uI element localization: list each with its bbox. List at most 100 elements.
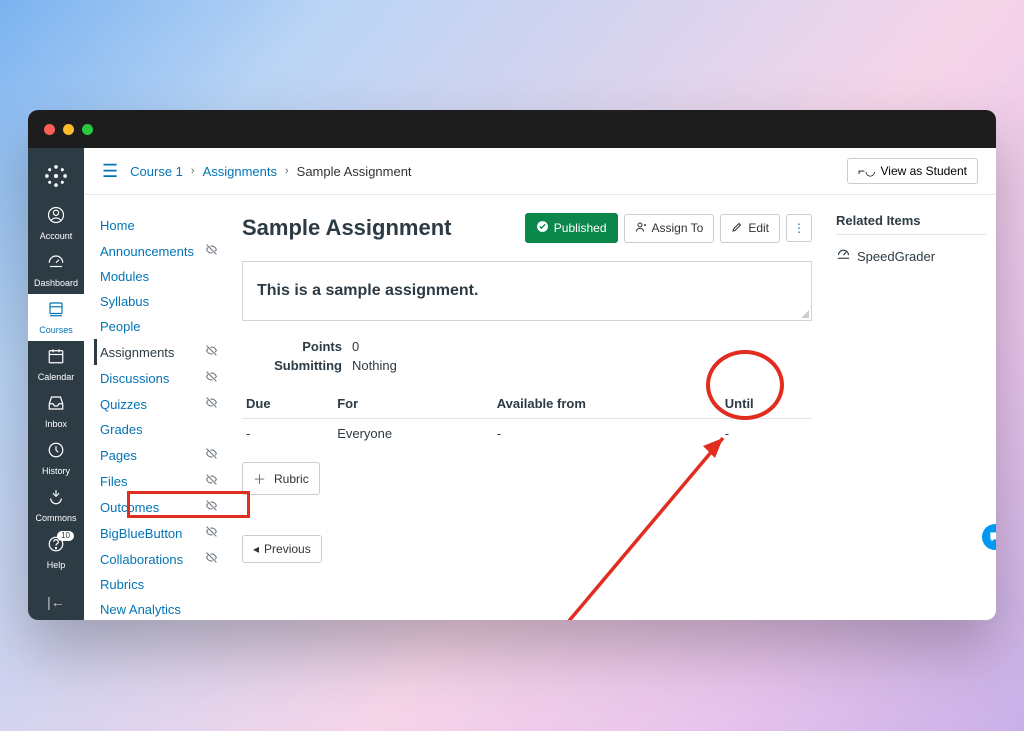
glasses-icon: ⌐◡ bbox=[858, 164, 875, 178]
td-due: - bbox=[242, 419, 333, 449]
td-from: - bbox=[493, 419, 721, 449]
course-nav-item[interactable]: Files bbox=[94, 468, 224, 494]
course-nav-item[interactable]: People bbox=[94, 314, 224, 339]
course-nav-item[interactable]: Outcomes bbox=[94, 494, 224, 520]
submitting-value: Nothing bbox=[352, 358, 397, 373]
global-nav-history[interactable]: History bbox=[28, 435, 84, 482]
window-minimize-button[interactable] bbox=[63, 124, 74, 135]
assignment-description: This is a sample assignment. bbox=[242, 261, 812, 321]
course-nav-label: BigBlueButton bbox=[100, 526, 182, 541]
td-until: - bbox=[721, 419, 812, 449]
course-nav: Home Announcements ModulesSyllabusPeopleAs… bbox=[84, 195, 234, 620]
course-nav-item[interactable]: Announcements bbox=[94, 238, 224, 264]
calendar-icon bbox=[47, 347, 65, 368]
global-nav-label: Courses bbox=[39, 325, 73, 335]
hidden-eye-icon bbox=[205, 551, 218, 567]
assign-to-label: Assign To bbox=[652, 221, 704, 235]
global-nav-commons[interactable]: Commons bbox=[28, 482, 84, 529]
previous-label: Previous bbox=[264, 542, 311, 556]
help-badge: 10 bbox=[57, 531, 74, 541]
assignment-meta: Points 0 Submitting Nothing bbox=[242, 337, 812, 375]
chevron-left-icon: ◂ bbox=[253, 542, 259, 556]
course-nav-label: New Analytics bbox=[100, 602, 181, 617]
user-icon bbox=[635, 221, 647, 236]
pencil-icon bbox=[731, 221, 743, 236]
global-nav-label: Dashboard bbox=[34, 278, 78, 288]
more-options-button[interactable]: ⋮ bbox=[786, 214, 812, 242]
collapse-nav-icon[interactable]: |← bbox=[47, 594, 65, 610]
hidden-eye-icon bbox=[205, 370, 218, 386]
course-nav-label: Outcomes bbox=[100, 500, 159, 515]
course-nav-label: Grades bbox=[100, 422, 143, 437]
breadcrumb-section[interactable]: Assignments bbox=[203, 164, 277, 179]
course-nav-item[interactable]: Syllabus bbox=[94, 289, 224, 314]
page-title: Sample Assignment bbox=[242, 215, 519, 241]
course-nav-item[interactable]: Home bbox=[94, 213, 224, 238]
view-as-student-button[interactable]: ⌐◡ View as Student bbox=[847, 158, 978, 184]
global-nav-account[interactable]: Account bbox=[28, 200, 84, 247]
points-value: 0 bbox=[352, 339, 359, 354]
th-due: Due bbox=[242, 389, 333, 419]
hidden-eye-icon bbox=[205, 344, 218, 360]
assign-to-button[interactable]: Assign To bbox=[624, 214, 715, 243]
course-nav-label: Collaborations bbox=[100, 552, 183, 567]
published-label: Published bbox=[554, 221, 607, 235]
window-close-button[interactable] bbox=[44, 124, 55, 135]
app-frame: Account Dashboard Courses Calendar bbox=[28, 148, 996, 620]
breadcrumb-course[interactable]: Course 1 bbox=[130, 164, 183, 179]
hidden-eye-icon bbox=[205, 473, 218, 489]
global-nav-label: Commons bbox=[35, 513, 76, 523]
content-area: ☰ Course 1 › Assignments › Sample Assign… bbox=[84, 148, 996, 620]
global-nav-courses[interactable]: Courses bbox=[28, 294, 84, 341]
th-from: Available from bbox=[493, 389, 721, 419]
speedgrader-icon bbox=[836, 247, 851, 265]
course-nav-item[interactable]: Discussions bbox=[94, 365, 224, 391]
dates-table: Due For Available from Until - Everyone … bbox=[242, 389, 812, 448]
submitting-label: Submitting bbox=[242, 358, 342, 373]
hidden-eye-icon bbox=[205, 447, 218, 463]
course-nav-item[interactable]: BigBlueButton bbox=[94, 520, 224, 546]
add-rubric-button[interactable]: ＋ Rubric bbox=[242, 462, 320, 495]
course-nav-item[interactable]: Grades bbox=[94, 417, 224, 442]
chevron-right-icon: › bbox=[191, 165, 195, 177]
related-heading: Related Items bbox=[836, 213, 986, 235]
published-button[interactable]: Published bbox=[525, 213, 618, 243]
chevron-right-icon: › bbox=[285, 165, 289, 177]
browser-window: Account Dashboard Courses Calendar bbox=[28, 110, 996, 620]
canvas-logo-icon[interactable] bbox=[42, 154, 70, 200]
speedgrader-link[interactable]: SpeedGrader bbox=[836, 247, 986, 265]
course-nav-item[interactable]: Rubrics bbox=[94, 572, 224, 597]
course-nav-item[interactable]: Assignments bbox=[94, 339, 224, 365]
view-student-label: View as Student bbox=[880, 164, 967, 178]
course-nav-label: Files bbox=[100, 474, 127, 489]
course-nav-item[interactable]: Modules bbox=[94, 264, 224, 289]
related-sidebar: Related Items SpeedGrader bbox=[826, 195, 996, 620]
global-nav-calendar[interactable]: Calendar bbox=[28, 341, 84, 388]
global-nav-dashboard[interactable]: Dashboard bbox=[28, 247, 84, 294]
global-nav-inbox[interactable]: Inbox bbox=[28, 388, 84, 435]
course-nav-item[interactable]: Quizzes bbox=[94, 391, 224, 417]
course-nav-label: Pages bbox=[100, 448, 137, 463]
global-nav: Account Dashboard Courses Calendar bbox=[28, 148, 84, 620]
global-nav-help[interactable]: 10 Help bbox=[28, 529, 84, 576]
kebab-icon: ⋮ bbox=[793, 221, 805, 235]
global-nav-label: Account bbox=[40, 231, 73, 241]
course-nav-label: Discussions bbox=[100, 371, 169, 386]
inbox-icon bbox=[47, 394, 65, 415]
course-nav-item[interactable]: Pages bbox=[94, 442, 224, 468]
window-maximize-button[interactable] bbox=[82, 124, 93, 135]
course-nav-label: Announcements bbox=[100, 244, 194, 259]
window-titlebar bbox=[28, 110, 996, 148]
hamburger-icon[interactable]: ☰ bbox=[102, 161, 118, 182]
edit-button[interactable]: Edit bbox=[720, 214, 780, 243]
td-for: Everyone bbox=[333, 419, 493, 449]
course-nav-label: Rubrics bbox=[100, 577, 144, 592]
table-row: - Everyone - - bbox=[242, 419, 812, 449]
global-nav-label: Help bbox=[47, 560, 66, 570]
edit-label: Edit bbox=[748, 221, 769, 235]
course-nav-item[interactable]: New Analytics bbox=[94, 597, 224, 620]
global-nav-label: History bbox=[42, 466, 70, 476]
hidden-eye-icon bbox=[205, 525, 218, 541]
previous-button[interactable]: ◂ Previous bbox=[242, 535, 322, 563]
course-nav-item[interactable]: Collaborations bbox=[94, 546, 224, 572]
